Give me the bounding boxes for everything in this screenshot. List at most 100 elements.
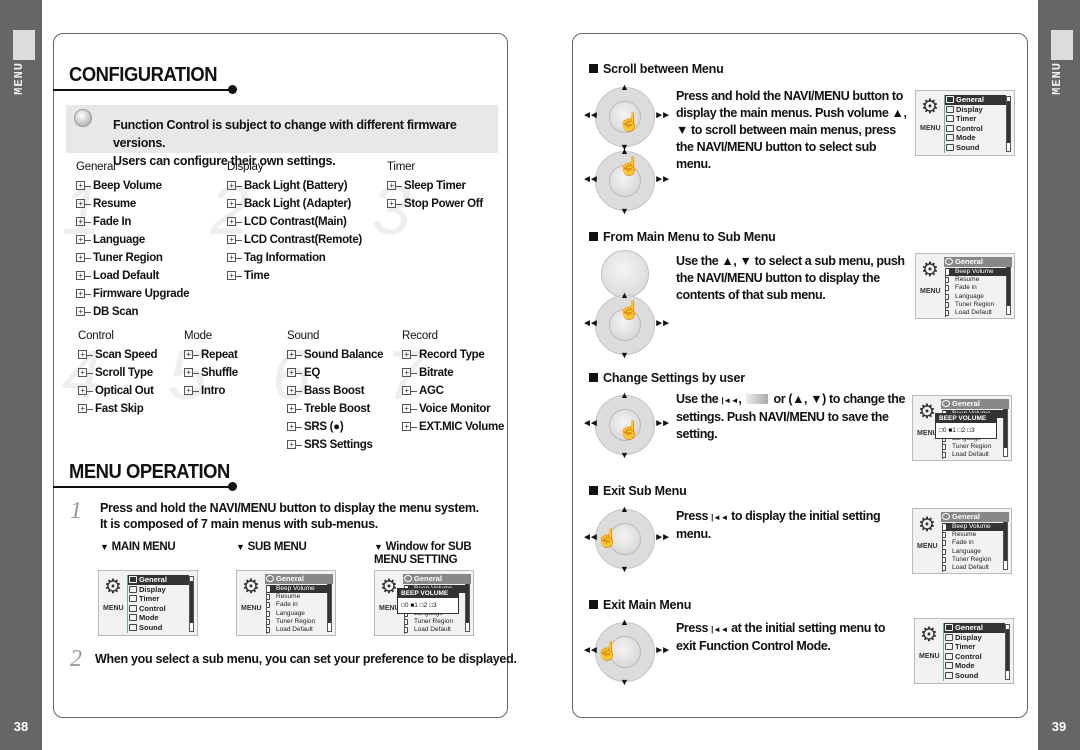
expand-plus-icon [267,626,270,633]
text-part: at the initial setting menu to exit Func… [676,621,886,653]
lcd-sub-menu-item: Load Default [943,564,1004,572]
volume-up-icon: ▲ [620,290,629,300]
lcd-menu-item: Mode [128,613,189,623]
expand-plus-icon: + [402,422,411,431]
menu-item-label: Resume [93,198,136,210]
menu-category-icon [946,124,954,132]
volume-down-icon: ▼ [620,350,629,360]
lcd-item-label: Tuner Region [414,617,454,625]
expand-plus-icon [943,540,946,547]
menu-tree-item: + Scan Speed [78,346,158,364]
step-1-line-1: Press and hold the NAVI/MENU button to d… [100,501,479,515]
lcd-sub-menu-item: Tuner Region [946,301,1007,309]
lcd-sub-menu-item: Language [267,610,328,618]
previous-track-icon: ◄◄ [582,174,599,185]
general-icon [945,258,953,265]
step-number-1: 1 [70,498,82,524]
scrollbar-thumb [1004,406,1007,448]
page-number-left: 38 [13,719,29,734]
menu-category-icon [945,671,953,679]
lcd-sub-menu-header: General [941,512,1009,522]
previous-track-icon: ◄◄ [582,532,599,543]
volume-up-icon: ▲ [620,504,629,514]
menu-item-label: Sound Balance [304,349,384,361]
menu-tree-item: + SRS Settings [287,436,383,454]
menu-tree-item: + Bitrate [402,364,504,382]
setting-popup: BEEP VOLUME □0 ■1 □2 □3 [397,588,459,614]
menu-column-display: Display + Back Light (Battery) + Back Light … [227,161,362,285]
expand-plus-icon: + [402,404,411,413]
lcd-sub-menu-item: Beep Volume [946,268,1007,277]
menu-item-label: Time [244,270,270,282]
next-track-icon: ►► [654,110,671,121]
lcd-item-label: Timer [955,642,976,652]
menu-tree-item: + Back Light (Adapter) [227,195,362,213]
scrollbar-thumb [328,581,331,623]
menu-item-label: Fast Skip [95,403,144,415]
lcd-sub-menu-item: Fade in [943,539,1004,547]
tree-connector [85,312,91,313]
lcd-item-label: Control [955,651,982,661]
menu-tree-item: + DB Scan [76,303,189,321]
scrollbar-thumb [1007,264,1010,306]
general-icon [942,400,950,407]
navi-control-diagram: ▲ ▼ ◄◄ ►► ☝ [582,146,671,216]
lcd-sub-menu-item: Load Default [405,626,466,634]
caption-text: SUB MENU [247,541,307,553]
popup-options: □0 ■1 □2 □3 [401,602,437,609]
tree-connector [193,355,199,356]
tab-marker [1051,30,1073,60]
lcd-main-menu-list: General Display Timer Control Mode Sound [943,623,1005,681]
bullet-square [589,64,598,73]
lcd-main-menu: ⚙ MENU General Display Timer Control Mode Sound [914,618,1014,684]
tree-connector [396,204,402,205]
scrollbar-thumb [466,581,469,623]
volume-down-icon: ▼ [620,206,629,216]
lcd-item-label: Fade in [276,601,298,609]
previous-track-icon: ◄◄ [582,318,599,329]
lcd-menu-item: General [128,575,189,585]
configuration-title: CONFIGURATION [69,64,218,86]
step-1-line-2: It is composed of 7 main menus with sub-… [100,517,378,531]
lcd-sub-menu-list: Beep VolumeResumeFade inLanguageTuner Re… [942,523,1004,573]
side-tab-label: MENU [1050,62,1064,95]
next-track-icon: ►► [654,418,671,429]
menu-category-icon [129,576,137,583]
tree-connector [236,276,242,277]
section-change-settings-text: Use the |◄◄, or (▲, ▼) to change the set… [676,392,906,441]
menu-tree-item: + Resume [76,195,189,213]
expand-plus-icon: + [227,217,236,226]
menu-category-icon [945,624,953,631]
menu-category-icon [945,662,953,670]
pointing-hand-icon: ☝ [618,112,641,132]
menu-tree-item: + EQ [287,364,383,382]
expand-plus-icon [943,524,946,530]
lcd-sub-menu-item: Tuner Region [267,618,328,626]
lcd-sub-menu-item: Load Default [267,626,328,634]
expand-plus-icon [946,269,949,275]
menu-tree-item: + Language [76,231,189,249]
lcd-menu-item: Timer [944,642,1005,652]
menu-column-title: Mode [184,330,212,342]
expand-plus-icon: + [227,253,236,262]
tree-connector [87,409,93,410]
gear-icon: ⚙ [921,259,939,281]
menu-item-label: EXT.MIC Volume [419,421,505,433]
side-tab-label: MENU [12,62,26,95]
general-icon [266,575,274,582]
expand-plus-icon [267,586,270,592]
tree-connector [85,204,91,205]
expand-plus-icon: + [402,386,411,395]
menu-item-label: Scan Speed [95,349,158,361]
pointing-hand-icon: ☝ [596,528,619,548]
tree-connector [85,258,91,259]
lcd-item-label: Tuner Region [952,442,992,450]
menu-category-icon [946,115,954,123]
setting-popup: BEEP VOLUME □0 ■1 □2 □3 [935,413,997,439]
menu-item-label: Firmware Upgrade [93,288,190,300]
lcd-sub-menu-item: Resume [946,276,1007,284]
lcd-item-label: Tuner Region [276,617,316,625]
lcd-sub-menu-setting: ⚙MENUGeneralBeep VolumeResumeFade inLang… [374,570,474,636]
menu-tree-item: + Scroll Type [78,364,157,382]
lcd-item-label: Mode [956,133,976,143]
